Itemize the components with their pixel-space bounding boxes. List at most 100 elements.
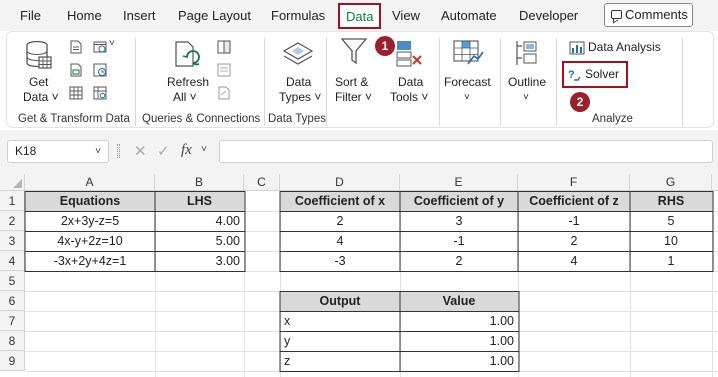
callout-2: 2 <box>570 92 590 112</box>
svg-text:?: ? <box>568 69 575 81</box>
row-header-8[interactable]: 8 <box>0 331 25 351</box>
outline-dropdown-icon: ˅ <box>523 92 529 103</box>
data-analysis-label: Data Analysis <box>588 40 661 54</box>
edit-links-icon[interactable] <box>217 86 231 100</box>
refresh-icon <box>175 41 200 67</box>
refresh-label-top: Refresh <box>167 75 210 89</box>
row-header-9[interactable]: 9 <box>0 351 25 371</box>
recent-sources-icon[interactable] <box>93 63 107 77</box>
queries-connections-icon[interactable] <box>217 40 231 54</box>
group-data-types-label: Data Types <box>268 113 326 125</box>
ribbon-separator <box>264 38 265 126</box>
column-header-b[interactable]: B <box>155 174 244 191</box>
from-table-icon[interactable] <box>69 63 83 77</box>
row-header-7[interactable]: 7 <box>0 311 25 331</box>
sort-filter-button[interactable]: Sort & Filter ˅ <box>332 34 378 108</box>
fx-dropdown-icon[interactable]: ˅ <box>201 144 207 155</box>
menu-file[interactable]: File <box>20 0 41 31</box>
outline-button[interactable]: Outline ˅ <box>504 38 550 108</box>
properties-icon[interactable] <box>217 63 231 77</box>
database-icon <box>26 40 52 69</box>
sort-filter-label-top: Sort & <box>335 75 369 89</box>
sort-filter-label-bottom: Filter ˅ <box>335 90 373 104</box>
get-data-label-top: Get <box>29 75 49 89</box>
data-tools-label-top: Data <box>398 75 424 89</box>
menu-bar: File Home Insert Page Layout Formulas Da… <box>0 0 718 31</box>
forecast-dropdown-icon: ˅ <box>464 92 470 103</box>
comments-label: Comments <box>625 7 688 22</box>
row-header-3[interactable]: 3 <box>0 231 25 251</box>
data-tools-icon <box>396 41 422 67</box>
ribbon-separator <box>500 38 501 126</box>
row-header-4[interactable]: 4 <box>0 251 25 271</box>
group-get-transform-label: Get & Transform Data <box>18 113 130 125</box>
solver-label: Solver <box>585 67 620 81</box>
comments-button[interactable]: Comments <box>604 3 693 27</box>
menu-home[interactable]: Home <box>67 0 102 31</box>
column-header-g[interactable]: G <box>630 174 712 191</box>
insert-function-icon[interactable]: fx <box>181 142 192 159</box>
group-queries-label: Queries & Connections <box>142 113 261 125</box>
row-header-5[interactable]: 5 <box>0 271 25 291</box>
column-header-a[interactable]: A <box>25 174 155 191</box>
coeff-table-border <box>279 191 714 272</box>
column-header-f[interactable]: F <box>518 174 630 191</box>
worksheet-grid: A B C D E F G 1 2 3 4 5 6 7 8 9 Equation… <box>0 174 718 377</box>
column-header-h[interactable] <box>712 174 718 191</box>
equations-table-border <box>24 191 246 272</box>
name-box-dropdown-icon[interactable]: ˅ <box>95 141 101 162</box>
group-analyze-label: Analyze <box>592 113 633 125</box>
data-types-label-top: Data <box>286 75 312 89</box>
menu-developer[interactable]: Developer <box>519 0 578 31</box>
column-header-e[interactable]: E <box>400 174 518 191</box>
row-header-2[interactable]: 2 <box>0 211 25 231</box>
ribbon-separator <box>682 38 683 126</box>
filter-icon <box>340 38 368 65</box>
from-text-icon[interactable] <box>69 40 83 54</box>
menu-automate[interactable]: Automate <box>441 0 497 31</box>
forecast-icon <box>453 40 484 65</box>
ribbon-separator <box>135 38 136 126</box>
ribbon: Get Data ˅ ˅ Get & Transform Data Refres… <box>6 31 714 128</box>
cancel-icon[interactable]: ✕ <box>134 142 147 160</box>
existing-connections-icon[interactable] <box>69 86 83 100</box>
formula-buttons: ✕ ✓ fx ˅ <box>130 140 215 163</box>
solver-button[interactable]: ? Solver <box>562 61 628 88</box>
data-types-icon <box>282 42 314 65</box>
select-all-corner[interactable] <box>0 174 25 191</box>
column-header-c[interactable]: C <box>244 174 280 191</box>
column-header-d[interactable]: D <box>280 174 400 191</box>
data-tools-label-bottom: Tools ˅ <box>390 90 429 104</box>
data-types-button[interactable]: Data Types ˅ <box>273 38 323 108</box>
forecast-button[interactable]: Forecast ˅ <box>441 38 495 108</box>
comment-icon <box>611 10 622 19</box>
get-data-label-bottom: Data ˅ <box>23 90 59 104</box>
menu-formulas[interactable]: Formulas <box>271 0 325 31</box>
formula-bar: K18 ˅ ✕ ✓ fx ˅ <box>0 130 718 174</box>
name-box[interactable]: K18 ˅ <box>7 140 109 163</box>
from-picture-icon[interactable] <box>93 86 107 100</box>
ribbon-separator <box>439 38 440 126</box>
ribbon-separator <box>326 38 327 126</box>
from-web-icon[interactable] <box>93 40 107 54</box>
refresh-all-button[interactable]: Refresh All ˅ <box>165 38 211 108</box>
outline-icon <box>516 41 537 65</box>
menu-data[interactable]: Data <box>338 3 382 29</box>
menu-insert[interactable]: Insert <box>123 0 156 31</box>
from-web-dropdown-icon[interactable]: ˅ <box>109 38 115 49</box>
row-header-1[interactable]: 1 <box>0 191 25 211</box>
formula-input[interactable] <box>219 140 713 163</box>
ribbon-separator <box>556 38 557 126</box>
splitter-handle[interactable] <box>117 144 120 158</box>
forecast-label: Forecast <box>444 75 491 89</box>
get-data-button[interactable]: Get Data ˅ <box>17 38 61 108</box>
output-table-border <box>279 291 520 372</box>
menu-page-layout[interactable]: Page Layout <box>178 0 251 31</box>
data-tools-button[interactable]: Data Tools ˅ <box>387 38 431 108</box>
data-types-label-bottom: Types ˅ <box>279 90 322 104</box>
row-header-6[interactable]: 6 <box>0 291 25 311</box>
menu-view[interactable]: View <box>392 0 420 31</box>
enter-icon[interactable]: ✓ <box>157 142 170 160</box>
data-analysis-icon <box>569 41 585 55</box>
data-analysis-button[interactable]: Data Analysis <box>567 38 667 58</box>
